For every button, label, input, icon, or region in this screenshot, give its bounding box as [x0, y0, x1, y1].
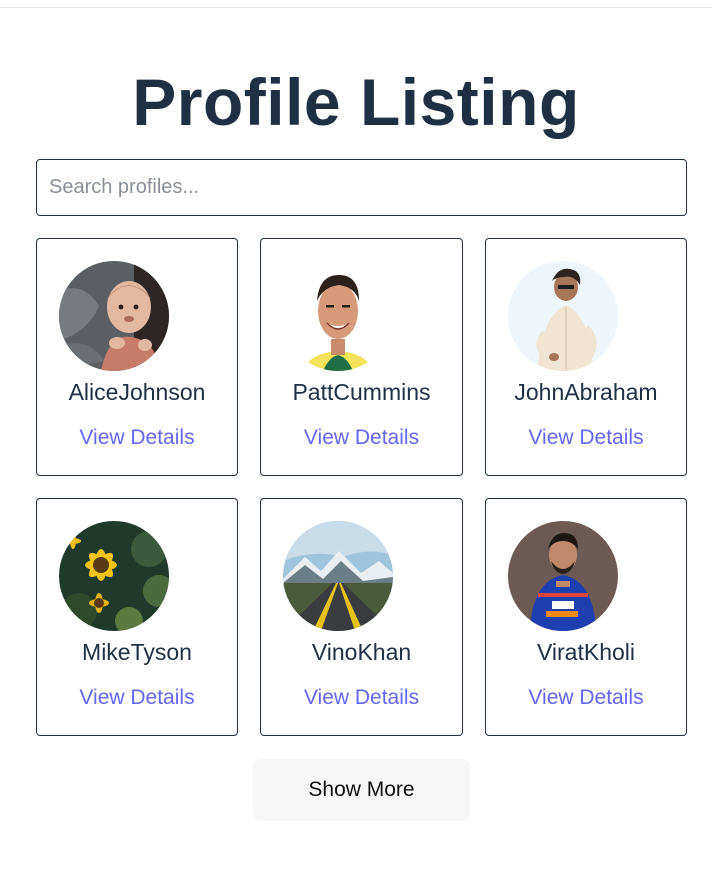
profile-name: ViratKholi: [536, 639, 636, 665]
cricketer-portrait-photo-icon: [283, 261, 393, 371]
mountain-road-photo-icon: [283, 521, 393, 631]
view-details-link[interactable]: View Details: [486, 424, 686, 452]
profile-name: VinoKhan: [311, 639, 412, 665]
search-input[interactable]: [36, 159, 687, 216]
avatar: [283, 521, 393, 631]
avatar: [283, 261, 393, 371]
page-title: Profile Listing: [132, 65, 580, 139]
profile-card: VinoKhan View Details: [260, 498, 463, 736]
view-details-link[interactable]: View Details: [261, 424, 462, 452]
profile-card: MikeTyson View Details: [36, 498, 238, 736]
profile-name: JohnAbraham: [514, 379, 658, 405]
profile-name: AliceJohnson: [68, 379, 206, 405]
avatar: [59, 261, 169, 371]
man-white-shirt-photo-icon: [508, 261, 618, 371]
profile-listing-page: Profile Listing Search profiles... Alice…: [0, 0, 712, 872]
view-details-link[interactable]: View Details: [37, 684, 237, 712]
view-details-link[interactable]: View Details: [37, 424, 237, 452]
cricketer-blue-jersey-photo-icon: [508, 521, 618, 631]
sunflower-photo-icon: [59, 521, 169, 631]
avatar: [508, 261, 618, 371]
top-divider: [0, 7, 712, 8]
profile-name: PattCummins: [292, 379, 431, 405]
avatar: [59, 521, 169, 631]
baby-photo-icon: [59, 261, 169, 371]
profile-card: JohnAbraham View Details: [485, 238, 687, 476]
profile-card: AliceJohnson View Details: [36, 238, 238, 476]
profile-card: PattCummins View Details: [260, 238, 463, 476]
avatar: [508, 521, 618, 631]
show-more-button[interactable]: Show More: [253, 759, 470, 821]
profile-grid: AliceJohnson View Details PattCummins Vi…: [36, 238, 687, 736]
view-details-link[interactable]: View Details: [261, 684, 462, 712]
view-details-link[interactable]: View Details: [486, 684, 686, 712]
profile-card: ViratKholi View Details: [485, 498, 687, 736]
profile-name: MikeTyson: [82, 639, 192, 665]
